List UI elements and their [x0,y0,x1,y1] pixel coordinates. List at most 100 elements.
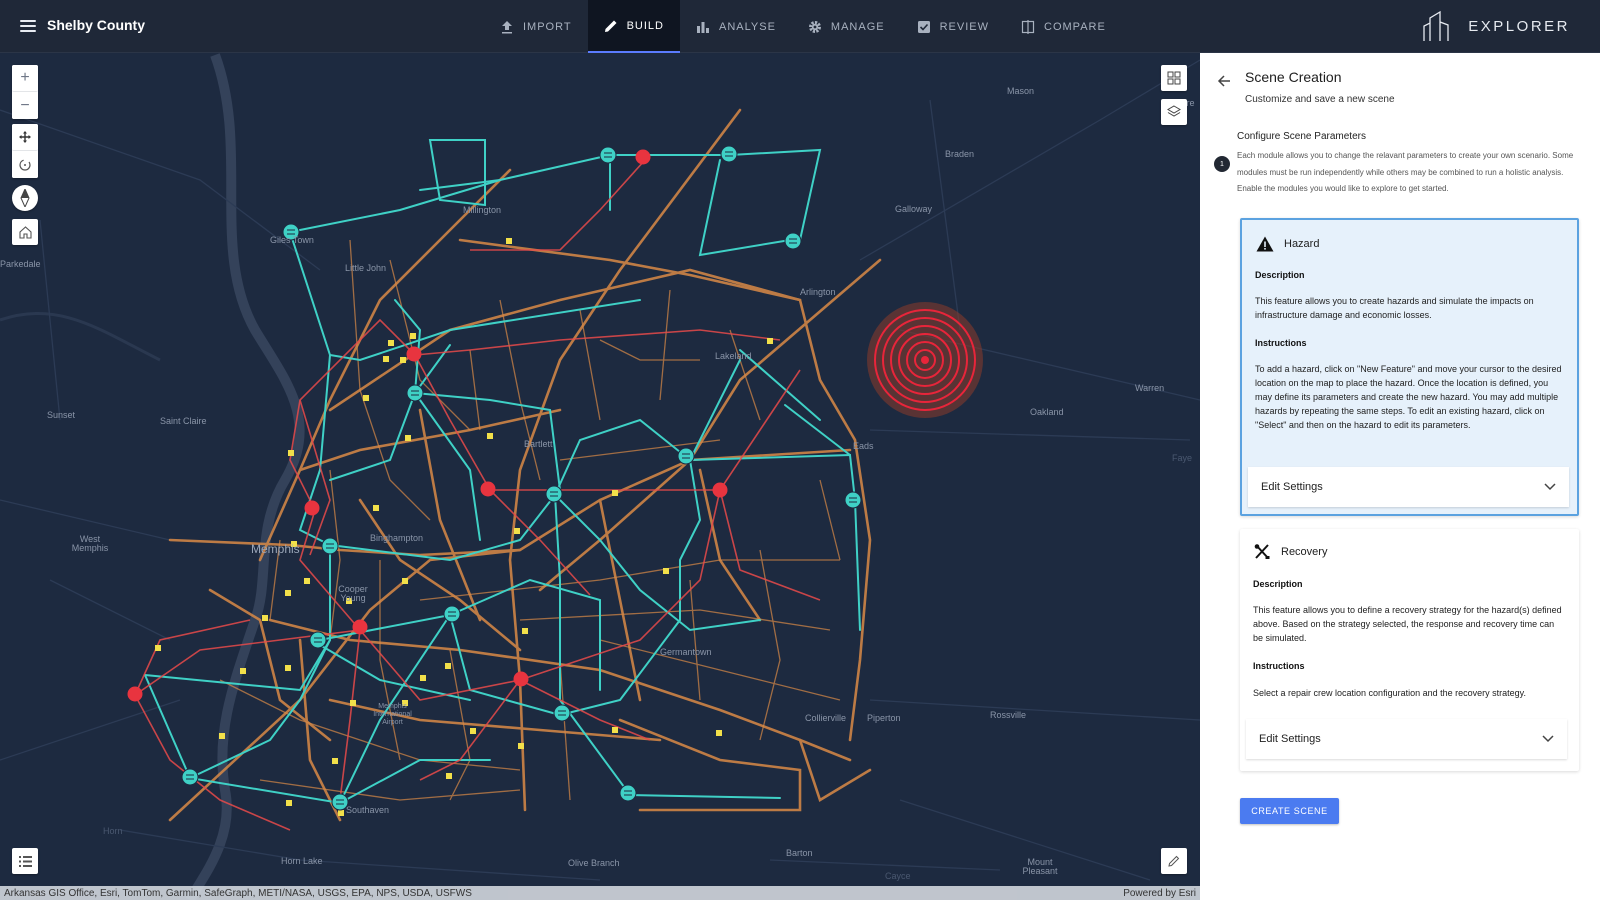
bar-chart-icon [696,21,709,33]
compass-icon [20,189,30,207]
compass-button[interactable] [12,185,38,211]
zoom-in-button[interactable]: + [12,65,38,92]
brand-name: EXPLORER [1468,17,1570,35]
hazard-instructions: To add a hazard, click on "New Feature" … [1255,364,1562,430]
map-label: Millington [463,205,502,215]
hazard-edit-label: Edit Settings [1261,481,1323,493]
tab-import[interactable]: IMPORT [484,0,588,53]
gear-icon [808,20,821,33]
map-label: Little John [345,263,387,273]
recovery-edit-settings[interactable]: Edit Settings [1246,719,1567,759]
move-arrows-icon [19,131,31,143]
hazard-edit-settings[interactable]: Edit Settings [1248,467,1569,507]
config-title: Configure Scene Parameters [1237,131,1366,142]
upload-icon [502,20,512,33]
map-label: Mason [1007,86,1035,96]
grid-icon [1167,71,1181,85]
pencil-icon [604,20,617,32]
top-bar: Shelby County IMPORT BUILD ANALYSE MANAG… [0,0,1600,53]
map-label: Horn Lake [281,856,323,866]
legend-button[interactable] [12,848,38,874]
map-label: Rossville [990,710,1027,720]
list-icon [18,855,32,867]
map-attribution: Arkansas GIS Office, Esri, TomTom, Garmi… [0,886,1200,900]
map-label: Olive Branch [568,858,620,868]
scene-panel: Scene Creation Customize and save a new … [1200,53,1600,900]
create-scene-button[interactable]: CREATE SCENE [1240,798,1339,824]
tab-compare-label: COMPARE [1044,20,1106,33]
map-label: Barton [786,848,813,858]
hazard-description-label: Description [1255,270,1305,280]
app-root: Shelby County IMPORT BUILD ANALYSE MANAG… [0,0,1600,900]
panel-subtitle: Customize and save a new scene [1245,94,1395,105]
home-button[interactable] [12,219,38,245]
tab-analyse[interactable]: ANALYSE [680,0,792,53]
recovery-description-label: Description [1253,579,1303,589]
layers-icon [1167,105,1181,117]
map-label: Faye [1172,453,1193,463]
hazard-title: Hazard [1284,238,1320,250]
chevron-down-icon [1542,735,1554,743]
tab-manage[interactable]: MANAGE [792,0,901,53]
map-label: Oakland [1030,407,1064,417]
map-label: Piperton [867,713,901,723]
recovery-instructions: Select a repair crew location configurat… [1253,688,1526,698]
tab-analyse-label: ANALYSE [718,20,776,33]
tab-review-label: REVIEW [939,20,990,33]
recovery-instructions-label: Instructions [1253,661,1305,671]
rotate-icon [19,158,31,171]
hazard-marker[interactable] [867,302,983,418]
map-label: Bartlett [524,439,553,449]
map-label: Parkedale [0,259,41,269]
zoom-out-button[interactable]: − [12,92,38,119]
map-label-memphis: Memphis [251,542,300,556]
warning-icon [1256,236,1274,252]
back-arrow-icon[interactable] [1216,73,1232,89]
map-view[interactable]: Mason Braden Galloway Giles Town Milling… [0,53,1200,900]
rotate-button[interactable] [12,151,38,178]
basemap-gallery-button[interactable] [1161,65,1187,91]
tab-compare[interactable]: COMPARE [1005,0,1122,53]
map-label: Saint Claire [160,416,207,426]
tab-build[interactable]: BUILD [587,0,680,53]
layers-button[interactable] [1161,99,1187,125]
hazard-instructions-label: Instructions [1255,338,1307,348]
map-label: Eads [853,441,874,451]
map-label: Germantown [660,647,712,657]
map-label: West Memphis [71,534,109,553]
step-badge: 1 [1214,156,1230,172]
map-label: Horn [103,826,123,836]
checkbox-icon [917,20,930,33]
recovery-edit-label: Edit Settings [1259,733,1321,745]
recovery-card: Recovery Description This feature allows… [1240,529,1579,771]
hazard-header: Hazard [1256,236,1319,252]
map-label: Collierville [805,713,847,723]
map-label: Warren [1135,383,1165,393]
edit-button[interactable] [1161,848,1187,874]
map-label: Binghampton [370,533,424,543]
attribution-text: Arkansas GIS Office, Esri, TomTom, Garmi… [4,887,472,899]
county-title: Shelby County [47,17,146,33]
hazard-description: This feature allows you to create hazard… [1255,296,1534,320]
tab-review[interactable]: REVIEW [901,0,1005,53]
powered-by-link[interactable]: Powered by Esri [1123,888,1196,899]
main-tabs: IMPORT BUILD ANALYSE MANAGE REVIEW COMPA… [484,0,1122,53]
recovery-title: Recovery [1281,546,1328,558]
hazard-card: Hazard Description This feature allows y… [1240,218,1579,516]
tab-build-label: BUILD [626,19,664,32]
home-icon [18,225,32,239]
navigation-controls [12,124,38,178]
recovery-header: Recovery [1253,544,1327,560]
tab-import-label: IMPORT [523,20,572,33]
map-label: Southaven [346,805,390,815]
pan-button[interactable] [12,124,38,151]
tools-icon [1254,544,1270,559]
map-label: Cooper Young [338,584,368,603]
pencil-icon [1168,855,1180,867]
config-description: Each module allows you to change the rel… [1237,151,1574,193]
panel-title: Scene Creation [1245,69,1342,85]
zoom-controls: + − [12,65,38,119]
map-label: Cayce [885,871,911,881]
map-label: Arlington [800,287,836,297]
hamburger-menu-icon[interactable] [18,17,38,35]
